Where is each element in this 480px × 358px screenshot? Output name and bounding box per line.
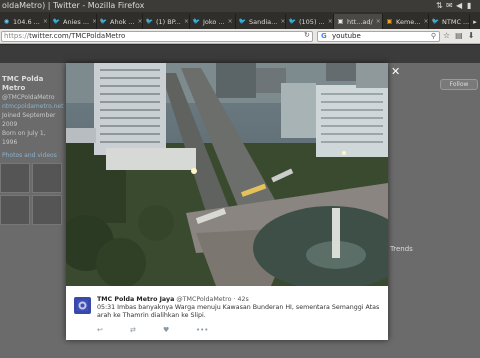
tab-label: NTMC ... bbox=[442, 17, 470, 26]
trends-heading: Trends bbox=[390, 245, 413, 253]
tab-sandia[interactable]: 🐦 Sandia... × bbox=[236, 14, 286, 29]
close-icon[interactable]: × bbox=[423, 18, 428, 25]
twitter-icon: 🐦 bbox=[288, 18, 297, 25]
tweet-actions: ↩ ⇄ ♥ ••• bbox=[97, 326, 229, 334]
tab-bp[interactable]: 🐦 (1) BP... × bbox=[143, 14, 190, 29]
close-icon[interactable]: × bbox=[43, 18, 48, 25]
search-input[interactable]: G youtube ⚲ bbox=[317, 31, 440, 42]
search-value: youtube bbox=[332, 32, 361, 40]
tab-joko[interactable]: 🐦 Joko ... × bbox=[190, 14, 236, 29]
bookmarks-icon[interactable]: ▤ bbox=[455, 31, 463, 40]
retweet-icon[interactable]: ⇄ bbox=[130, 326, 163, 334]
google-icon: G bbox=[321, 32, 327, 40]
twitter-top-bar bbox=[0, 45, 480, 63]
radio-icon: ◉ bbox=[3, 18, 10, 25]
profile-handle: @TMCPoldaMetro bbox=[2, 94, 55, 101]
reply-icon[interactable]: ↩ bbox=[97, 326, 130, 334]
tab-label: Anies ... bbox=[63, 17, 90, 26]
follow-button[interactable]: Follow bbox=[440, 79, 478, 90]
tab-strip: ◉ 104.6 ... × 🐦 Anies ... × 🐦 Ahok ... × 🐦 … bbox=[0, 12, 480, 29]
tweet-author[interactable]: TMC Polda Metro Jaya bbox=[97, 296, 174, 303]
tab-label: Keme... bbox=[396, 17, 421, 26]
window-title: oldaMetro) | Twitter - Mozilla Firefox bbox=[2, 1, 145, 10]
tab-keme[interactable]: ▣ Keme... × bbox=[383, 14, 429, 29]
tab-label: Ahok ... bbox=[110, 17, 135, 26]
volume-icon[interactable]: ◀ bbox=[456, 0, 462, 12]
tab-label: (105) ... bbox=[299, 17, 325, 26]
close-icon[interactable]: × bbox=[328, 18, 333, 25]
close-icon[interactable]: × bbox=[280, 18, 285, 25]
profile-sidebar: TMC Polda Metro @TMCPoldaMetro ntmcpolda… bbox=[2, 75, 63, 160]
tweet-time[interactable]: · 42s bbox=[233, 296, 248, 303]
search-icon[interactable]: ⚲ bbox=[431, 32, 436, 41]
photo-thumbnails bbox=[0, 163, 64, 233]
profile-link[interactable]: ntmcpoldametro.net bbox=[2, 102, 63, 111]
navigation-bar: https://twitter.com/TMCPoldaMetro ↻ G yo… bbox=[0, 29, 480, 44]
url-path: twitter.com/TMCPoldaMetro bbox=[29, 32, 126, 40]
tweet-card: TMC Polda Metro Jaya @TMCPoldaMetro · 42… bbox=[66, 286, 388, 340]
page-icon: ▣ bbox=[386, 18, 393, 25]
window-titlebar: oldaMetro) | Twitter - Mozilla Firefox ⇅… bbox=[0, 0, 480, 12]
tab-105[interactable]: 🐦 (105) ... × bbox=[286, 14, 334, 29]
tweet-header: TMC Polda Metro Jaya @TMCPoldaMetro · 42… bbox=[97, 296, 249, 303]
twitter-icon: 🐦 bbox=[192, 18, 201, 25]
tab-label: (1) BP... bbox=[156, 17, 181, 26]
close-icon[interactable]: × bbox=[138, 18, 142, 25]
profile-joined: Joined September 2009 bbox=[2, 112, 56, 128]
url-bar[interactable]: https://twitter.com/TMCPoldaMetro bbox=[1, 31, 313, 42]
tab-label: 104.6 ... bbox=[13, 17, 40, 26]
url-scheme: https:// bbox=[4, 32, 30, 40]
tab-ntmc[interactable]: 🐦 NTMC ... bbox=[429, 14, 470, 29]
close-icon[interactable]: × bbox=[184, 18, 189, 25]
avatar[interactable] bbox=[74, 297, 91, 314]
profile-born: Born on July 1, 1996 bbox=[2, 130, 46, 146]
tweet-text: 05:31 Imbas banyaknya Warga menuju Kawas… bbox=[97, 304, 380, 320]
twitter-icon: 🐦 bbox=[99, 18, 108, 25]
aerial-city-photo bbox=[66, 63, 388, 286]
keyboard-layout-icon[interactable]: ⇅ bbox=[436, 0, 443, 12]
page-icon: ▣ bbox=[337, 18, 344, 25]
photos-videos-link[interactable]: Photos and videos bbox=[2, 151, 62, 160]
twitter-icon: 🐦 bbox=[145, 18, 154, 25]
photo-modal: TMC Polda Metro Jaya @TMCPoldaMetro · 42… bbox=[66, 63, 388, 340]
more-icon[interactable]: ••• bbox=[196, 326, 229, 334]
tab-htt[interactable]: ▣ htt...ad/× bbox=[334, 14, 383, 29]
tweet-handle[interactable]: @TMCPoldaMetro bbox=[176, 296, 231, 303]
close-icon[interactable]: × bbox=[376, 18, 381, 25]
like-icon[interactable]: ♥ bbox=[163, 326, 196, 334]
twitter-icon: 🐦 bbox=[431, 18, 440, 25]
tab-scroll-right-icon[interactable]: ▸ bbox=[470, 14, 480, 29]
tab-ahok[interactable]: 🐦 Ahok ... × bbox=[97, 14, 143, 29]
profile-name: TMC Polda Metro bbox=[2, 75, 44, 92]
twitter-icon: 🐦 bbox=[52, 18, 61, 25]
tab-anies[interactable]: 🐦 Anies ... × bbox=[50, 14, 97, 29]
download-icon[interactable]: ⬇ bbox=[468, 31, 475, 40]
twitter-icon: 🐦 bbox=[238, 18, 247, 25]
tweet-photo[interactable] bbox=[66, 63, 388, 286]
close-icon[interactable]: ✕ bbox=[391, 65, 400, 78]
tab-radio[interactable]: ◉ 104.6 ... × bbox=[0, 14, 50, 29]
tab-label: htt...ad/ bbox=[347, 17, 373, 26]
battery-icon[interactable]: ▮ bbox=[467, 0, 471, 12]
tab-label: Joko ... bbox=[203, 17, 225, 26]
police-badge-icon bbox=[77, 300, 88, 311]
reload-icon[interactable]: ↻ bbox=[304, 31, 310, 39]
tab-label: Sandia... bbox=[249, 17, 278, 26]
close-icon[interactable]: × bbox=[228, 18, 233, 25]
network-icon[interactable]: ✉ bbox=[446, 0, 453, 12]
bookmark-star-icon[interactable]: ☆ bbox=[443, 31, 450, 40]
